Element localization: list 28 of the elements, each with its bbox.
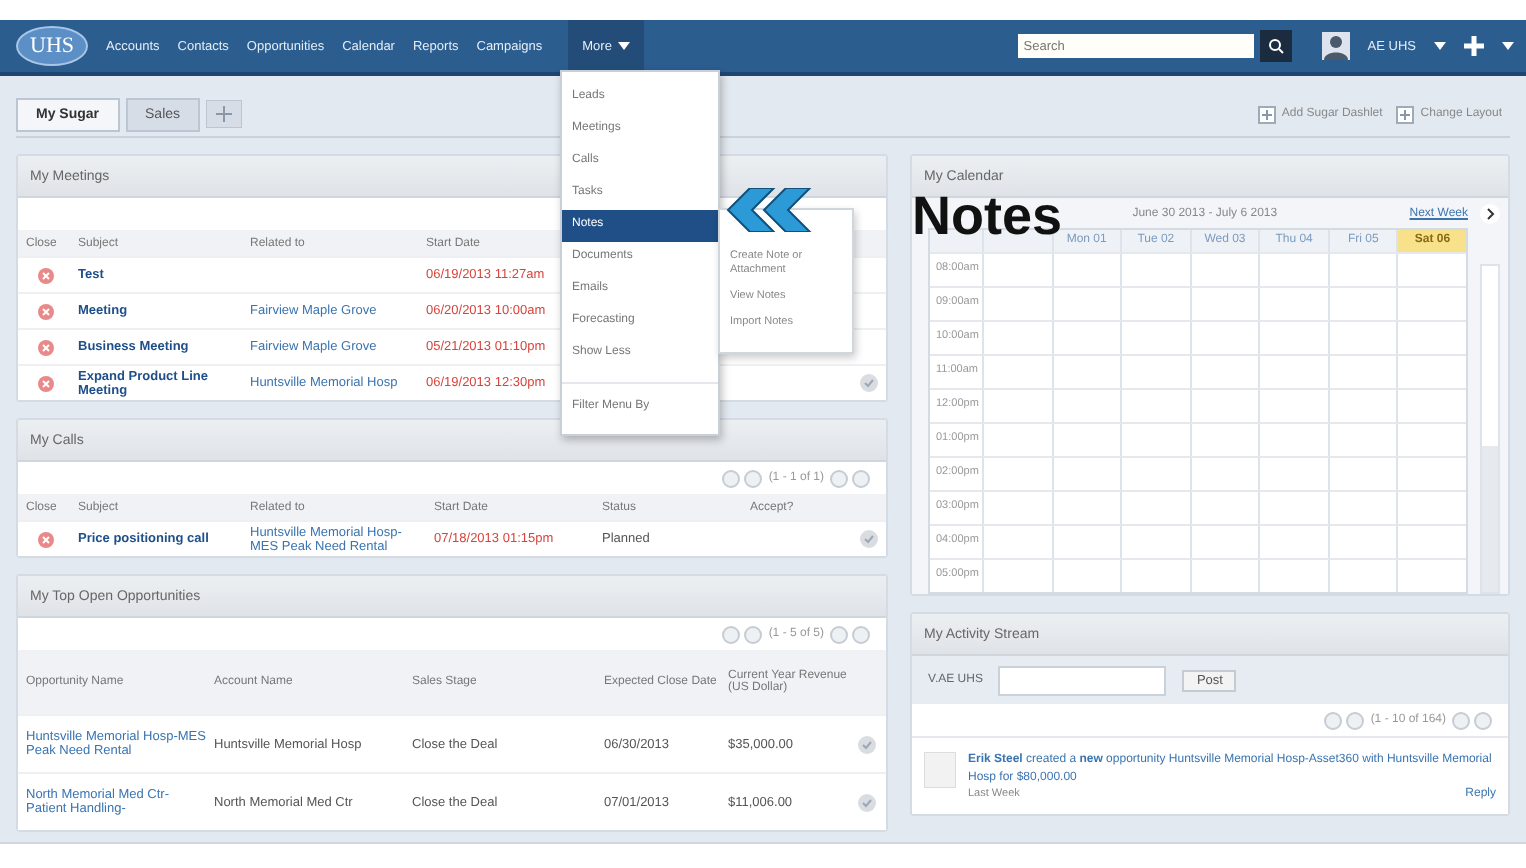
avatar-icon[interactable] (1321, 32, 1350, 60)
close-icon[interactable] (38, 339, 54, 355)
action-icon[interactable] (1396, 105, 1415, 123)
caret-icon[interactable] (1502, 42, 1514, 50)
scrollbar[interactable] (1480, 264, 1500, 594)
plus-icon[interactable] (1464, 36, 1484, 56)
caret-icon[interactable] (1434, 42, 1446, 50)
action-icon[interactable] (1257, 105, 1276, 123)
check-icon[interactable] (858, 793, 876, 811)
post-field[interactable] (998, 665, 1167, 695)
check-icon[interactable] (858, 735, 876, 753)
pagination-icon[interactable] (1452, 711, 1492, 729)
close-icon[interactable] (38, 267, 54, 283)
logo[interactable]: UHS (16, 26, 89, 66)
search-icon[interactable] (1259, 30, 1292, 62)
pagination-icon[interactable] (722, 625, 763, 643)
close-icon[interactable] (38, 303, 54, 319)
pagination-icon[interactable] (830, 625, 870, 643)
close-icon[interactable] (38, 531, 54, 547)
pagination-icon[interactable] (830, 469, 870, 487)
check-icon[interactable] (860, 374, 878, 392)
avatar-icon (924, 752, 956, 788)
pagination-icon[interactable] (1324, 711, 1365, 729)
check-icon[interactable] (860, 530, 878, 548)
pagination-icon[interactable] (722, 469, 763, 487)
close-icon[interactable] (38, 375, 54, 391)
caret-icon (617, 42, 630, 50)
add-tab-icon[interactable] (206, 100, 243, 128)
